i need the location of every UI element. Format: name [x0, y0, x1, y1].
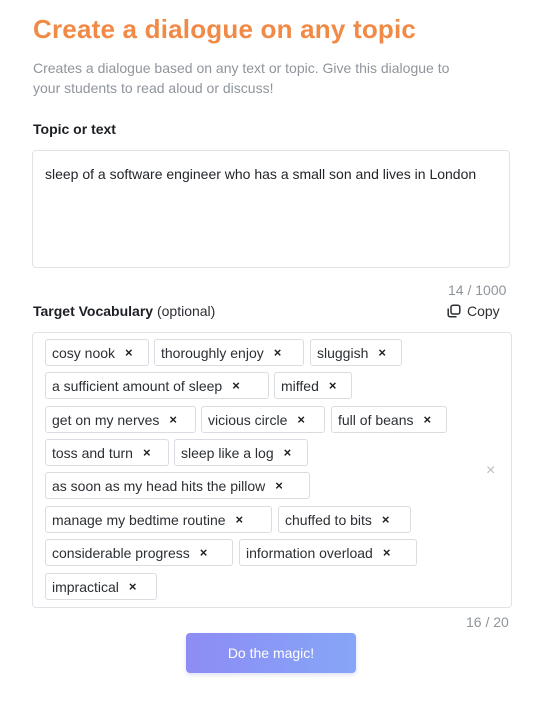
vocab-tag: full of beans ×: [331, 406, 447, 433]
vocab-tag-label: get on my nerves: [52, 411, 160, 428]
vocab-tag-label: toss and turn: [52, 444, 133, 461]
remove-tag-icon[interactable]: ×: [169, 413, 177, 426]
vocab-tag-label: cosy nook: [52, 344, 116, 361]
vocab-tag-label: impractical: [52, 578, 119, 595]
vocab-tag: cosy nook ×: [45, 339, 149, 366]
vocab-tag: information overload ×: [239, 539, 417, 566]
vocab-tag-label: information overload: [246, 544, 373, 561]
vocab-tag-label: miffed: [281, 377, 319, 394]
vocabulary-label: Target Vocabulary (optional): [33, 303, 215, 319]
remove-tag-icon[interactable]: ×: [297, 413, 305, 426]
remove-tag-icon[interactable]: ×: [236, 513, 244, 526]
remove-tag-icon[interactable]: ×: [143, 446, 151, 459]
topic-counter: 14 / 1000: [448, 282, 507, 298]
do-the-magic-button[interactable]: Do the magic!: [186, 633, 356, 673]
remove-tag-icon[interactable]: ×: [383, 546, 391, 559]
vocab-tag: chuffed to bits ×: [278, 506, 411, 533]
vocab-tag: impractical ×: [45, 573, 157, 600]
vocab-tag-label: a sufficient amount of sleep: [52, 377, 223, 394]
vocab-tag: miffed ×: [274, 372, 352, 399]
vocab-tag-label: full of beans: [338, 411, 414, 428]
topic-label: Topic or text: [33, 121, 116, 137]
clear-all-icon[interactable]: ×: [486, 462, 495, 480]
vocab-tag: manage my bedtime routine ×: [45, 506, 272, 533]
remove-tag-icon[interactable]: ×: [275, 479, 283, 492]
remove-tag-icon[interactable]: ×: [200, 546, 208, 559]
vocab-tag-label: thoroughly enjoy: [161, 344, 264, 361]
vocab-tag: a sufficient amount of sleep ×: [45, 372, 269, 399]
vocab-tag-label: as soon as my head hits the pillow: [52, 477, 266, 494]
remove-tag-icon[interactable]: ×: [274, 346, 282, 359]
vocabulary-optional-text: (optional): [156, 303, 216, 319]
vocab-tag-label: chuffed to bits: [285, 511, 372, 528]
remove-tag-icon[interactable]: ×: [382, 513, 390, 526]
vocab-tag-label: vicious circle: [208, 411, 288, 428]
vocab-tag: get on my nerves ×: [45, 406, 196, 433]
vocab-tag: sleep like a log ×: [174, 439, 308, 466]
vocab-tag: as soon as my head hits the pillow ×: [45, 472, 310, 499]
copy-icon: [447, 304, 461, 318]
remove-tag-icon[interactable]: ×: [424, 413, 432, 426]
vocab-tag: sluggish ×: [310, 339, 402, 366]
vocabulary-counter: 16 / 20: [466, 614, 509, 630]
remove-tag-icon[interactable]: ×: [129, 580, 137, 593]
vocab-tag-label: sluggish: [317, 344, 369, 361]
copy-label: Copy: [467, 303, 500, 319]
vocab-tag-label: considerable progress: [52, 544, 190, 561]
vocab-tag: toss and turn ×: [45, 439, 169, 466]
remove-tag-icon[interactable]: ×: [378, 346, 386, 359]
vocab-tag-label: sleep like a log: [181, 444, 274, 461]
page-title: Create a dialogue on any topic: [33, 14, 417, 44]
remove-tag-icon[interactable]: ×: [125, 346, 133, 359]
remove-tag-icon[interactable]: ×: [284, 446, 292, 459]
topic-input[interactable]: sleep of a software engineer who has a s…: [32, 150, 510, 268]
vocab-tag: considerable progress ×: [45, 539, 233, 566]
page-subtitle: Creates a dialogue based on any text or …: [33, 60, 450, 96]
vocab-tag-label: manage my bedtime routine: [52, 511, 226, 528]
vocab-tag: thoroughly enjoy ×: [154, 339, 304, 366]
copy-button[interactable]: Copy: [447, 302, 500, 320]
vocabulary-label-text: Target Vocabulary: [33, 303, 154, 319]
vocab-tag: vicious circle ×: [201, 406, 325, 433]
remove-tag-icon[interactable]: ×: [329, 379, 337, 392]
remove-tag-icon[interactable]: ×: [232, 379, 240, 392]
